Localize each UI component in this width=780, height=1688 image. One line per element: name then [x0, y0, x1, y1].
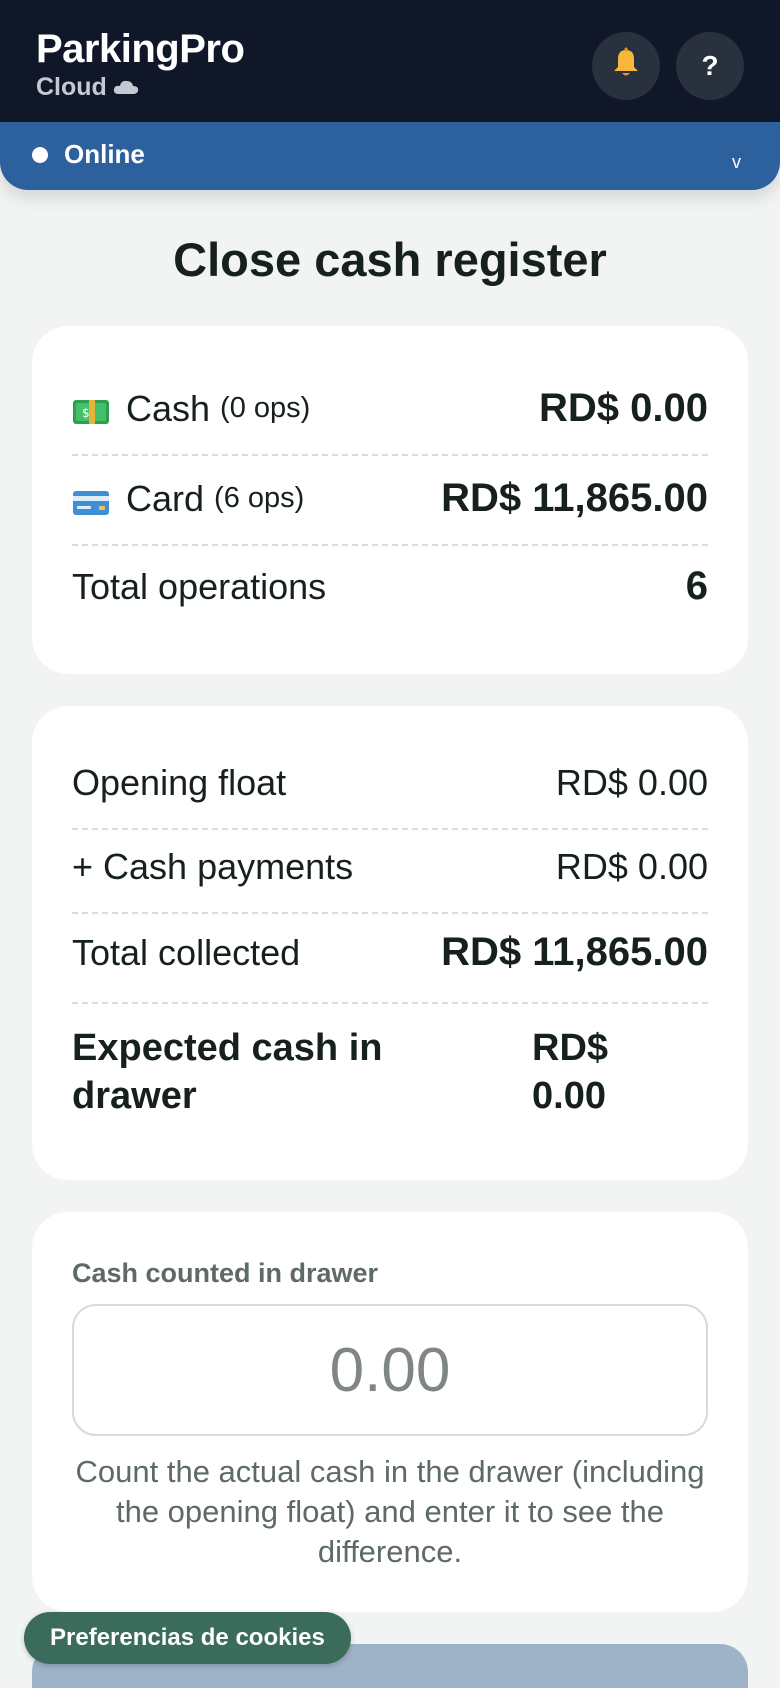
divider: [72, 1002, 708, 1004]
cash-row: $ Cash (0 ops) RD$ 0.00: [72, 386, 708, 431]
divider: [72, 912, 708, 914]
total-operations-label: Total operations: [72, 565, 327, 607]
status-dot-icon: [32, 147, 48, 163]
cash-amount: RD$ 0.00: [539, 386, 708, 430]
cash-counted-input[interactable]: [72, 1304, 708, 1436]
cash-payments-row: + Cash payments RD$ 0.00: [72, 846, 708, 888]
status-label: Online: [64, 139, 145, 169]
total-collected-value: RD$ 11,865.00: [441, 930, 708, 974]
connection-status-bar[interactable]: Online v: [0, 122, 780, 190]
payment-summary-card: $ Cash (0 ops) RD$ 0.00 Card (6 ops) RD$…: [32, 326, 748, 674]
cash-payments-value: RD$ 0.00: [555, 846, 708, 887]
chevron-down-icon[interactable]: v: [732, 152, 741, 173]
brand: ParkingPro Cloud: [36, 26, 245, 102]
page-title: Close cash register: [173, 233, 607, 286]
opening-float-label: Opening float: [72, 762, 287, 803]
cash-payments-label: + Cash payments: [72, 846, 354, 887]
divider: [72, 828, 708, 830]
card-ops-count: (6 ops): [214, 482, 305, 514]
notifications-button[interactable]: [592, 32, 660, 100]
cash-ops-count: (0 ops): [220, 392, 311, 424]
cloud-icon: [113, 79, 139, 95]
brand-name: ParkingPro: [36, 27, 245, 71]
app-header: ParkingPro Cloud ?: [0, 0, 780, 122]
cash-label: $ Cash (0 ops): [72, 388, 310, 430]
credit-card-icon: [72, 484, 110, 515]
card-row: Card (6 ops) RD$ 11,865.00: [72, 476, 708, 521]
reconciliation-card: Opening float RD$ 0.00 + Cash payments R…: [32, 706, 748, 1180]
svg-text:$: $: [82, 406, 90, 420]
total-operations-row: Total operations 6: [72, 564, 708, 609]
bell-icon: [609, 46, 643, 87]
banknote-icon: $: [72, 394, 110, 424]
cash-count-hint: Count the actual cash in the drawer (inc…: [75, 1454, 705, 1569]
cookie-preferences-button[interactable]: Preferencias de cookies: [24, 1612, 351, 1664]
total-operations-value: 6: [685, 564, 708, 608]
expected-cash-value: RD$ 0.00: [532, 1027, 609, 1117]
cash-counted-label: Cash counted in drawer: [72, 1258, 379, 1288]
expected-cash-row: Expected cash in drawer RD$ 0.00: [72, 1024, 708, 1124]
total-collected-label: Total collected: [72, 931, 301, 973]
help-button[interactable]: ?: [676, 32, 744, 100]
opening-float-row: Opening float RD$ 0.00: [72, 762, 708, 804]
total-collected-row: Total collected RD$ 11,865.00: [72, 930, 708, 975]
card-method-label: Card: [126, 477, 205, 519]
brand-subtitle-text: Cloud: [36, 73, 107, 101]
brand-subtitle: Cloud: [36, 72, 244, 102]
card-label: Card (6 ops): [72, 478, 304, 520]
expected-cash-label: Expected cash in drawer: [72, 1027, 383, 1117]
cash-method-label: Cash: [126, 387, 211, 429]
opening-float-value: RD$ 0.00: [555, 762, 708, 803]
card-amount: RD$ 11,865.00: [441, 476, 708, 520]
divider: [72, 544, 708, 546]
help-icon: ?: [701, 50, 719, 81]
divider: [72, 454, 708, 456]
cash-count-card: Cash counted in drawer Count the actual …: [32, 1212, 748, 1612]
